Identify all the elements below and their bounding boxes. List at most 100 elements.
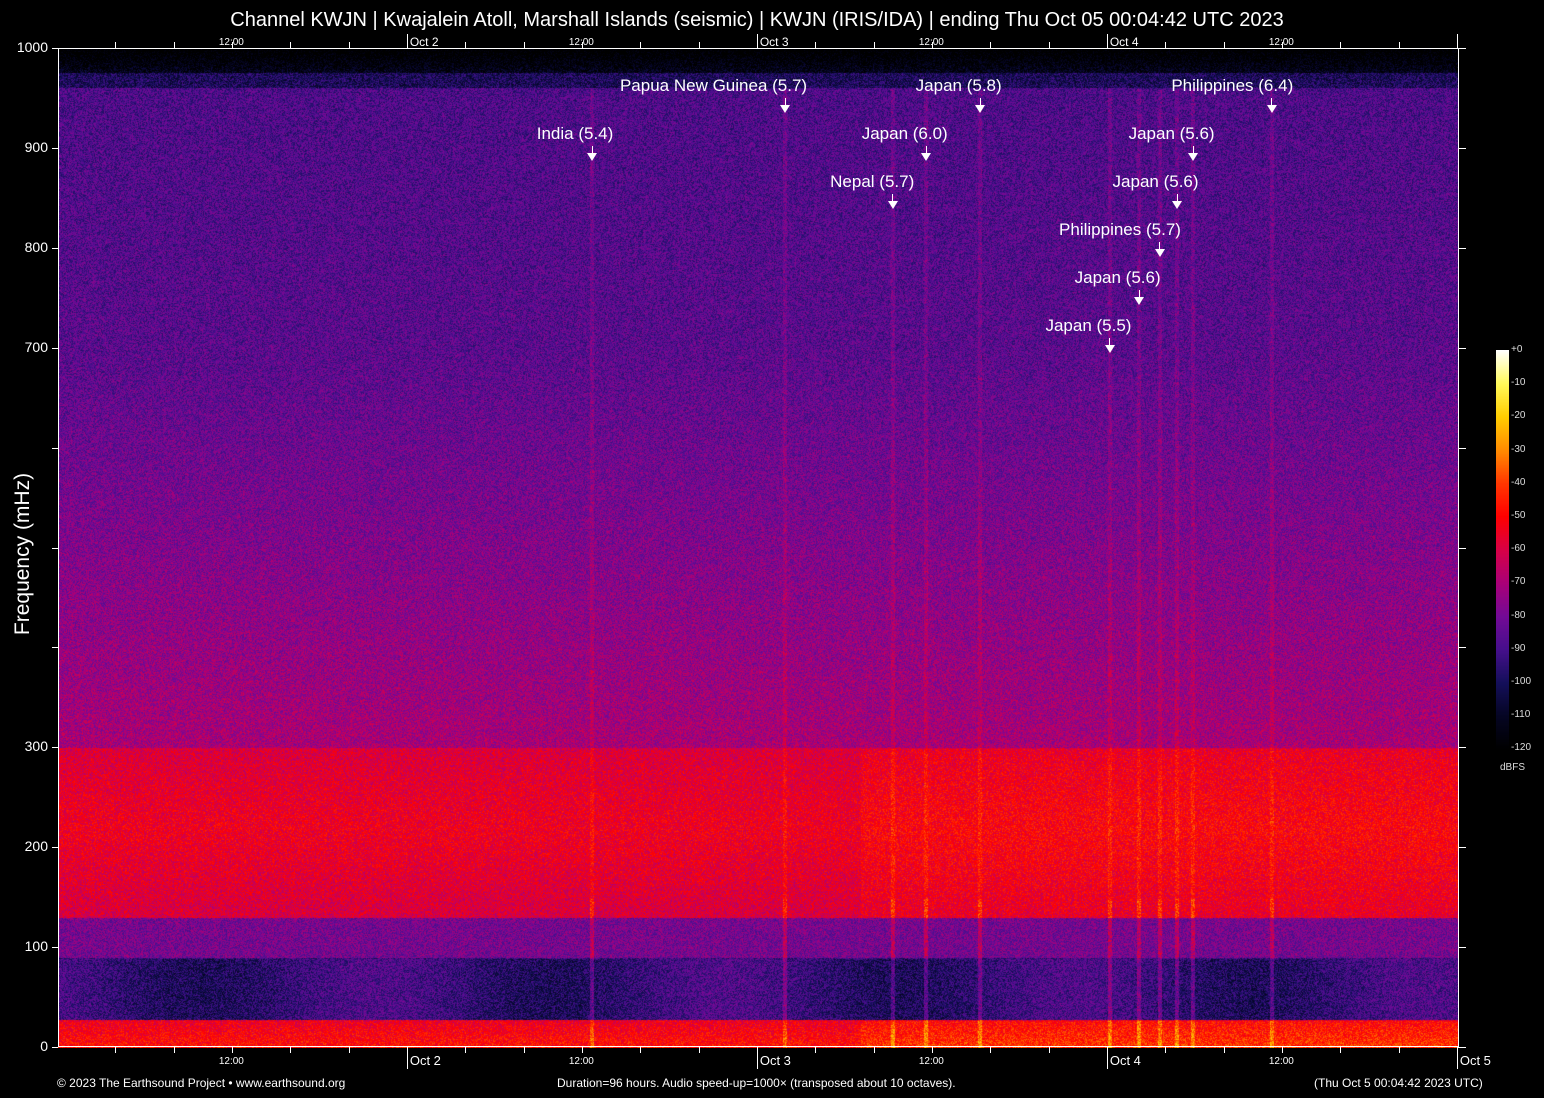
y-tick-label: 300 bbox=[8, 738, 48, 754]
x-tick-label: Oct 4 bbox=[1110, 1053, 1141, 1068]
event-label: Japan (6.0) bbox=[862, 124, 948, 144]
x-major-tick-top bbox=[1457, 34, 1458, 48]
event-label: Japan (5.5) bbox=[1045, 316, 1131, 336]
x-major-tick-top bbox=[1107, 34, 1108, 48]
event-arrow-icon bbox=[1155, 249, 1165, 257]
event-arrow-icon bbox=[1188, 153, 1198, 161]
y-tick-right bbox=[1458, 148, 1466, 149]
footer-timestamp: (Thu Oct 5 00:04:42 2023 UTC) bbox=[1314, 1076, 1483, 1090]
x-major-tick-top bbox=[757, 34, 758, 48]
chart-title: Channel KWJN | Kwajalein Atoll, Marshall… bbox=[0, 9, 1514, 32]
x-minor-tick bbox=[290, 1047, 291, 1053]
x-minor-tick-top bbox=[1049, 42, 1050, 48]
plot-frame bbox=[58, 48, 1459, 1047]
x-tick-label-top: 12:00 bbox=[569, 37, 594, 48]
colorbar-tick-label: -60 bbox=[1511, 543, 1525, 554]
x-tick-label-top: 12:00 bbox=[219, 37, 244, 48]
event-arrow-icon bbox=[921, 153, 931, 161]
x-minor-tick bbox=[1224, 1047, 1225, 1053]
x-tick-label: 12:00 bbox=[1269, 1056, 1294, 1067]
colorbar-label: dBFS bbox=[1500, 762, 1525, 773]
event-arrow-icon bbox=[1105, 345, 1115, 353]
x-minor-tick bbox=[115, 1047, 116, 1053]
event-label: India (5.4) bbox=[537, 124, 614, 144]
x-tick-label: 12:00 bbox=[919, 1056, 944, 1067]
x-major-tick bbox=[407, 1047, 408, 1069]
x-minor-tick-top bbox=[349, 42, 350, 48]
y-tick-right bbox=[1458, 48, 1466, 49]
event-arrow-icon bbox=[1134, 297, 1144, 305]
y-tick bbox=[52, 348, 58, 349]
event-arrow-icon bbox=[975, 105, 985, 113]
y-tick-right bbox=[1458, 348, 1466, 349]
event-label: Japan (5.6) bbox=[1075, 268, 1161, 288]
y-tick-right bbox=[1458, 947, 1466, 948]
y-tick-right bbox=[1458, 248, 1466, 249]
event-arrow-icon bbox=[587, 153, 597, 161]
x-tick-label: Oct 5 bbox=[1460, 1053, 1491, 1068]
colorbar-tick-label: -100 bbox=[1511, 676, 1531, 687]
y-tick-label: 100 bbox=[8, 938, 48, 954]
x-minor-tick bbox=[1340, 1047, 1341, 1053]
x-minor-tick-top bbox=[699, 42, 700, 48]
y-tick-right bbox=[1458, 1047, 1466, 1048]
x-tick-label-top: Oct 4 bbox=[1110, 35, 1139, 49]
x-minor-tick-top bbox=[1340, 42, 1341, 48]
x-tick-label: 12:00 bbox=[569, 1056, 594, 1067]
x-minor-tick bbox=[524, 1047, 525, 1053]
x-minor-tick bbox=[465, 1047, 466, 1053]
x-tick-label: 12:00 bbox=[219, 1056, 244, 1067]
x-minor-tick-top bbox=[1165, 42, 1166, 48]
event-label: Nepal (5.7) bbox=[830, 172, 914, 192]
y-tick bbox=[52, 548, 58, 549]
x-minor-tick-top bbox=[290, 42, 291, 48]
colorbar-tick-label: -120 bbox=[1511, 742, 1531, 753]
x-minor-tick-top bbox=[990, 42, 991, 48]
event-label: Japan (5.6) bbox=[1113, 172, 1199, 192]
colorbar-tick-label: -110 bbox=[1511, 709, 1530, 720]
y-axis-title: Frequency (mHz) bbox=[11, 469, 35, 639]
colorbar-tick-label: -40 bbox=[1511, 477, 1525, 488]
x-minor-tick bbox=[990, 1047, 991, 1053]
event-arrow-icon bbox=[780, 105, 790, 113]
y-tick-label: 900 bbox=[8, 139, 48, 155]
x-minor-tick bbox=[1282, 1047, 1283, 1053]
colorbar-tick-label: -30 bbox=[1511, 444, 1525, 455]
x-tick-label-top: Oct 2 bbox=[410, 35, 439, 49]
colorbar bbox=[1496, 350, 1509, 749]
y-tick-right bbox=[1458, 647, 1466, 648]
y-tick-label: 800 bbox=[8, 239, 48, 255]
y-tick-right bbox=[1458, 847, 1466, 848]
x-minor-tick bbox=[699, 1047, 700, 1053]
x-minor-tick-top bbox=[1399, 42, 1400, 48]
y-tick bbox=[52, 647, 58, 648]
x-minor-tick bbox=[174, 1047, 175, 1053]
x-major-tick-top bbox=[407, 34, 408, 48]
y-tick bbox=[52, 847, 58, 848]
colorbar-tick-label: -80 bbox=[1511, 610, 1525, 621]
y-tick-right bbox=[1458, 448, 1466, 449]
x-minor-tick bbox=[232, 1047, 233, 1053]
x-minor-tick-top bbox=[174, 42, 175, 48]
footer-duration: Duration=96 hours. Audio speed-up=1000× … bbox=[557, 1076, 956, 1090]
event-label: Philippines (6.4) bbox=[1171, 76, 1293, 96]
x-minor-tick-top bbox=[115, 42, 116, 48]
colorbar-tick-label: -10 bbox=[1511, 377, 1525, 388]
colorbar-tick-label: -50 bbox=[1511, 510, 1525, 521]
x-tick-label: Oct 2 bbox=[410, 1053, 441, 1068]
y-tick-right bbox=[1458, 747, 1466, 748]
y-tick bbox=[52, 947, 58, 948]
colorbar-tick-label: -70 bbox=[1511, 576, 1525, 587]
colorbar-tick-label: -20 bbox=[1511, 410, 1525, 421]
y-tick bbox=[52, 48, 58, 49]
x-minor-tick bbox=[932, 1047, 933, 1053]
x-minor-tick bbox=[1399, 1047, 1400, 1053]
x-major-tick bbox=[1107, 1047, 1108, 1069]
x-minor-tick-top bbox=[874, 42, 875, 48]
y-tick bbox=[52, 148, 58, 149]
y-tick-label: 200 bbox=[8, 838, 48, 854]
x-major-tick bbox=[757, 1047, 758, 1069]
x-minor-tick bbox=[815, 1047, 816, 1053]
y-tick-right bbox=[1458, 548, 1466, 549]
x-minor-tick-top bbox=[815, 42, 816, 48]
